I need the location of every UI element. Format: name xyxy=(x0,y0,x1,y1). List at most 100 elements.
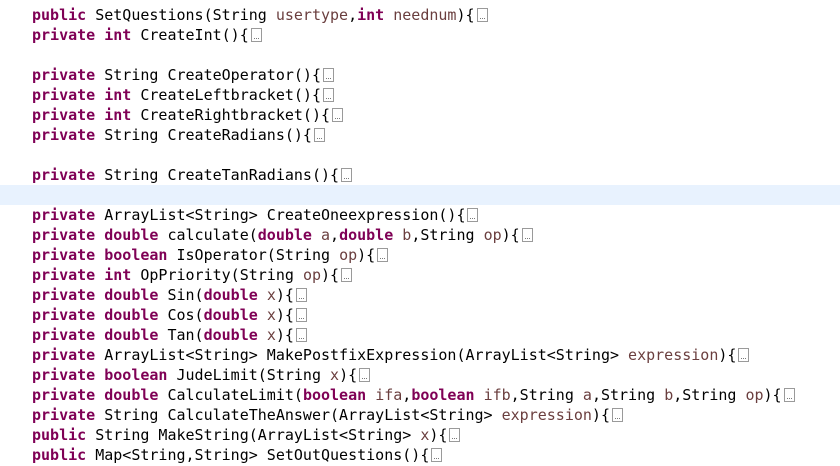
keyword-token: double xyxy=(203,306,258,324)
collapsed-fold-icon[interactable] xyxy=(449,428,461,442)
keyword-token: boolean xyxy=(411,386,475,404)
keyword-token: private xyxy=(32,266,96,284)
keyword-token: double xyxy=(104,326,159,344)
parameter-token: x xyxy=(420,426,430,444)
code-token: ){ xyxy=(339,366,358,384)
code-token: , xyxy=(330,226,340,244)
code-line[interactable]: private int CreateLeftbracket(){ xyxy=(32,85,334,105)
collapsed-fold-icon[interactable] xyxy=(611,408,623,422)
keyword-token: private xyxy=(32,306,96,324)
code-token: String CreateOperator(){ xyxy=(95,66,321,84)
current-line-highlight xyxy=(0,185,840,205)
collapsed-fold-icon[interactable] xyxy=(250,28,262,42)
code-token: ArrayList<String> MakePostfixExpression(… xyxy=(95,346,629,364)
parameter-token: b xyxy=(402,226,412,244)
keyword-token: int xyxy=(104,266,132,284)
code-token: ){ xyxy=(718,346,737,364)
code-token: ){ xyxy=(429,426,448,444)
collapsed-fold-icon[interactable] xyxy=(295,328,307,342)
code-line[interactable]: private String CreateRadians(){ xyxy=(32,125,325,145)
code-token: Cos( xyxy=(158,306,204,324)
code-line[interactable]: private boolean IsOperator(String op){ xyxy=(32,245,389,265)
code-token: ){ xyxy=(501,226,520,244)
code-line[interactable]: private String CalculateTheAnswer(ArrayL… xyxy=(32,405,623,425)
keyword-token: public xyxy=(32,6,87,24)
code-token: Sin( xyxy=(158,286,204,304)
keyword-token: double xyxy=(104,286,159,304)
code-token: ){ xyxy=(275,286,294,304)
parameter-token: b xyxy=(664,386,674,404)
code-token: OpPriority(String xyxy=(131,266,303,284)
code-line[interactable]: public String MakeString(ArrayList<Strin… xyxy=(32,425,461,445)
keyword-token: double xyxy=(104,226,159,244)
keyword-token: private xyxy=(32,86,96,104)
code-line[interactable]: private double Sin(double x){ xyxy=(32,285,307,305)
keyword-token: int xyxy=(357,6,385,24)
keyword-token: double xyxy=(203,326,258,344)
parameter-token: a xyxy=(321,226,331,244)
collapsed-fold-icon[interactable] xyxy=(521,228,533,242)
code-token: String CalculateTheAnswer(ArrayList<Stri… xyxy=(95,406,502,424)
collapsed-fold-icon[interactable] xyxy=(332,108,344,122)
code-token: ){ xyxy=(275,306,294,324)
code-token: ){ xyxy=(591,406,610,424)
collapsed-fold-icon[interactable] xyxy=(783,388,795,402)
keyword-token: boolean xyxy=(302,386,367,404)
collapsed-fold-icon[interactable] xyxy=(295,288,307,302)
collapsed-fold-icon[interactable] xyxy=(313,128,325,142)
collapsed-fold-icon[interactable] xyxy=(476,8,488,22)
collapsed-fold-icon[interactable] xyxy=(341,168,353,182)
keyword-token: private xyxy=(32,226,96,244)
code-line[interactable]: private double Tan(double x){ xyxy=(32,325,307,345)
code-token: CalculateLimit( xyxy=(158,386,303,404)
code-line[interactable]: private boolean JudeLimit(String x){ xyxy=(32,365,371,385)
code-line[interactable]: private ArrayList<String> MakePostfixExp… xyxy=(32,345,750,365)
code-line[interactable]: private double CalculateLimit(boolean if… xyxy=(32,385,795,405)
code-token: ){ xyxy=(357,246,376,264)
code-token: ,String xyxy=(591,386,665,404)
code-line[interactable]: public Map<String,String> SetOutQuestion… xyxy=(32,445,443,465)
code-line[interactable]: private String CreateTanRadians(){ xyxy=(32,165,353,185)
code-token: Map<String,String> SetOutQuestions(){ xyxy=(86,446,430,464)
collapsed-fold-icon[interactable] xyxy=(323,68,334,82)
code-line[interactable]: private ArrayList<String> CreateOneexpre… xyxy=(32,205,479,225)
code-line[interactable]: private int CreateInt(){ xyxy=(32,25,262,45)
code-line[interactable]: private int CreateRightbracket(){ xyxy=(32,105,344,125)
keyword-token: private xyxy=(32,326,96,344)
code-line[interactable]: private double calculate(double a,double… xyxy=(32,225,533,245)
code-token: ){ xyxy=(456,6,475,24)
parameter-token: x xyxy=(266,306,276,324)
code-token: CreateInt(){ xyxy=(131,26,249,44)
keyword-token: double xyxy=(257,226,312,244)
collapsed-fold-icon[interactable] xyxy=(738,348,750,362)
code-editor[interactable]: public SetQuestions(String usertype,int … xyxy=(0,0,840,466)
collapsed-fold-icon[interactable] xyxy=(341,268,353,282)
collapsed-fold-icon[interactable] xyxy=(295,308,307,322)
code-line[interactable]: private String CreateOperator(){ xyxy=(32,65,334,85)
collapsed-fold-icon[interactable] xyxy=(359,368,371,382)
collapsed-fold-icon[interactable] xyxy=(377,248,389,262)
code-token: JudeLimit(String xyxy=(167,366,331,384)
collapsed-fold-icon[interactable] xyxy=(467,208,479,222)
collapsed-fold-icon[interactable] xyxy=(431,448,443,462)
keyword-token: int xyxy=(104,106,132,124)
keyword-token: private xyxy=(32,66,96,84)
code-line[interactable]: private double Cos(double x){ xyxy=(32,305,307,325)
collapsed-fold-icon[interactable] xyxy=(323,88,334,102)
code-token: ){ xyxy=(321,266,340,284)
code-token: IsOperator(String xyxy=(167,246,340,264)
code-line[interactable]: public SetQuestions(String usertype,int … xyxy=(32,5,488,25)
code-line[interactable]: private int OpPriority(String op){ xyxy=(32,265,353,285)
